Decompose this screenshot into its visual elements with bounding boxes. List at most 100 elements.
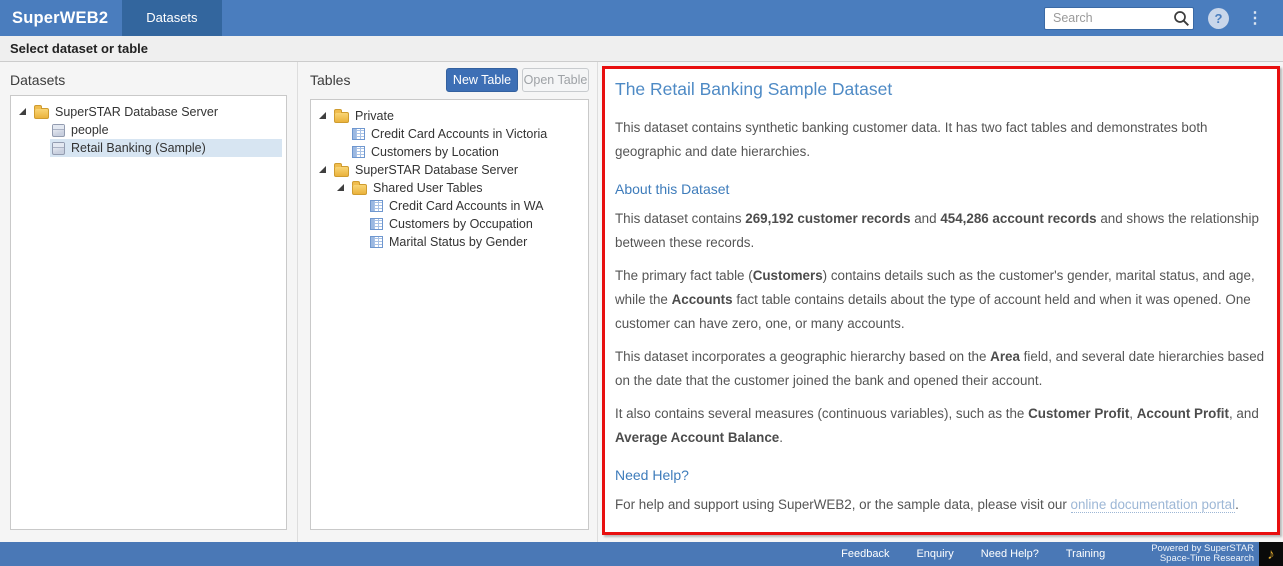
bold-text: 454,286 account records [940, 211, 1096, 226]
details-paragraph: For help and support using SuperWEB2, or… [615, 493, 1265, 517]
tree-item-label: Private [355, 109, 394, 123]
text-run: This dataset incorporates a geographic h… [615, 349, 990, 364]
new-table-button[interactable]: New Table [446, 68, 518, 92]
footer-bar: Feedback Enquiry Need Help? Training Powere… [0, 542, 1283, 566]
bold-text: Area [990, 349, 1020, 364]
footer-link-need-help[interactable]: Need Help? [981, 548, 1039, 560]
text-run: . [779, 430, 783, 445]
tables-panel: Tables New Table Open Table Private Credi… [298, 62, 598, 542]
tree-item-label: SuperSTAR Database Server [355, 163, 518, 177]
space-time-research-logo-icon: ♪ [1259, 542, 1283, 566]
text-run: It also contains several measures (conti… [615, 406, 1028, 421]
folder-icon [34, 108, 49, 119]
folder-icon [334, 112, 349, 123]
tree-item-customers-by-location[interactable]: Customers by Location [315, 143, 584, 161]
tree-item-label: Retail Banking (Sample) [71, 141, 206, 155]
datasets-panel: Datasets SuperSTAR Database Server people… [0, 62, 298, 542]
tree-item-label: Marital Status by Gender [389, 235, 527, 249]
search-input[interactable] [1044, 7, 1194, 30]
tree-row-body: Credit Card Accounts in WA [368, 197, 584, 215]
tree-row-body: Retail Banking (Sample) [50, 139, 282, 157]
details-panel: The Retail Banking Sample Dataset This da… [598, 62, 1283, 542]
text-run: , and [1229, 406, 1259, 421]
tables-panel-title: Tables [310, 72, 350, 88]
footer-link-enquiry[interactable]: Enquiry [916, 548, 953, 560]
bold-text: Customer Profit [1028, 406, 1129, 421]
text-run: For help and support using SuperWEB2, or… [615, 497, 1071, 512]
tree-item-credit-card-accounts-in-victoria[interactable]: Credit Card Accounts in Victoria [315, 125, 584, 143]
bold-text: Accounts [672, 292, 733, 307]
bold-text: Customers [753, 268, 823, 283]
footer-links: Feedback Enquiry Need Help? Training [841, 548, 1105, 560]
tab-datasets[interactable]: Datasets [122, 0, 221, 36]
main-content: Datasets SuperSTAR Database Server people… [0, 62, 1283, 542]
tree-item-shared-user-tables[interactable]: Shared User Tables [315, 179, 584, 197]
details-subheading: Need Help? [615, 467, 1265, 483]
details-paragraph: It also contains several measures (conti… [615, 402, 1265, 450]
tree-item-label: Credit Card Accounts in WA [389, 199, 543, 213]
tree-item-label: SuperSTAR Database Server [55, 105, 218, 119]
help-icon[interactable]: ? [1208, 8, 1229, 29]
footer-link-feedback[interactable]: Feedback [841, 548, 889, 560]
tree-row-body: Credit Card Accounts in Victoria [350, 125, 584, 143]
expand-toggle-icon[interactable] [319, 166, 326, 173]
open-table-button[interactable]: Open Table [522, 68, 589, 92]
topbar-actions: ? ⋮ [1044, 7, 1283, 30]
text-run: The primary fact table ( [615, 268, 753, 283]
table-icon [370, 236, 383, 248]
text-run: and [911, 211, 941, 226]
expand-toggle-icon[interactable] [19, 108, 26, 115]
tree-item-label: Customers by Occupation [389, 217, 533, 231]
text-run: , [1129, 406, 1136, 421]
tree-item-credit-card-accounts-in-wa[interactable]: Credit Card Accounts in WA [315, 197, 584, 215]
tree-item-superstar-database-server[interactable]: SuperSTAR Database Server [315, 161, 584, 179]
folder-icon [352, 184, 367, 195]
tree-item-private[interactable]: Private [315, 107, 584, 125]
tree-item-people[interactable]: people [15, 121, 282, 139]
search-box [1044, 7, 1194, 30]
tree-row-body: Customers by Occupation [368, 215, 584, 233]
tree-row-body: people [50, 121, 282, 139]
tree-item-label: Shared User Tables [373, 181, 483, 195]
text-run: This dataset contains synthetic banking … [615, 120, 1208, 159]
tree-item-customers-by-occupation[interactable]: Customers by Occupation [315, 215, 584, 233]
details-subheading: About this Dataset [615, 181, 1265, 197]
tree-item-label: Customers by Location [371, 145, 499, 159]
cube-icon [52, 142, 65, 155]
details-paragraph: This dataset incorporates a geographic h… [615, 345, 1265, 393]
powered-by-text: Powered by SuperSTAR Space-Time Research [1151, 544, 1254, 564]
text-run: . [1235, 497, 1239, 512]
top-navigation-bar: SuperWEB2 Datasets ? ⋮ [0, 0, 1283, 36]
tree-item-label: people [71, 123, 109, 137]
expand-toggle-icon[interactable] [337, 184, 344, 191]
bold-text: Account Profit [1137, 406, 1229, 421]
app-logo: SuperWEB2 [0, 9, 122, 28]
cube-icon [52, 124, 65, 137]
bold-text: Average Account Balance [615, 430, 779, 445]
tree-row-body: SuperSTAR Database Server [32, 103, 282, 121]
page-title: Select dataset or table [0, 36, 1283, 62]
datasets-panel-title: Datasets [10, 72, 65, 88]
expand-toggle-icon[interactable] [319, 112, 326, 119]
details-paragraph: Please contact Space-Time Research if yo… [615, 526, 1265, 535]
tree-item-retail-banking-sample[interactable]: Retail Banking (Sample) [15, 139, 282, 157]
tree-item-marital-status-by-gender[interactable]: Marital Status by Gender [315, 233, 584, 251]
text-run: This dataset contains [615, 211, 745, 226]
details-paragraph: The primary fact table (Customers) conta… [615, 264, 1265, 336]
search-icon[interactable] [1173, 10, 1190, 27]
details-title: The Retail Banking Sample Dataset [615, 79, 1265, 100]
link-online-documentation-portal[interactable]: online documentation portal [1071, 497, 1236, 513]
table-icon [352, 146, 365, 158]
tree-row-body: Shared User Tables [350, 179, 584, 197]
tree-row-body: SuperSTAR Database Server [332, 161, 584, 179]
details-paragraph: This dataset contains synthetic banking … [615, 116, 1265, 164]
link-space-time-research[interactable]: Space-Time Research [707, 530, 840, 535]
bold-text: 269,192 customer records [745, 211, 910, 226]
table-icon [370, 218, 383, 230]
table-icon [352, 128, 365, 140]
tree-item-superstar-database-server[interactable]: SuperSTAR Database Server [15, 103, 282, 121]
footer-link-training[interactable]: Training [1066, 548, 1105, 560]
tree-row-body: Marital Status by Gender [368, 233, 584, 251]
overflow-menu-icon[interactable]: ⋮ [1243, 8, 1267, 28]
tree-row-body: Customers by Location [350, 143, 584, 161]
